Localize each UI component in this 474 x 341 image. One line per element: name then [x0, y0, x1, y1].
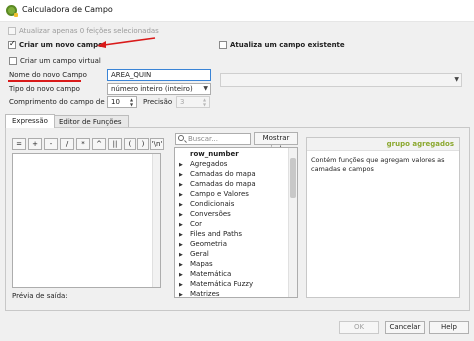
only-selected-checkbox[interactable]: [8, 27, 16, 35]
operator-power-button[interactable]: ^: [92, 138, 106, 150]
field-length-spinbox[interactable]: 10 ▲ ▼: [107, 96, 137, 108]
operator-concat-button[interactable]: ||: [108, 138, 122, 150]
operator-plus-button[interactable]: +: [28, 138, 42, 150]
chevron-right-icon: ▶: [179, 222, 183, 228]
chevron-right-icon: ▶: [179, 172, 183, 178]
list-item[interactable]: ▶ Geometria: [179, 240, 227, 249]
only-selected-label: Atualizar apenas 0 feições selecionadas: [19, 27, 159, 35]
update-existing-checkbox[interactable]: [219, 41, 227, 49]
list-item[interactable]: ▶ Files and Paths: [179, 230, 242, 239]
tab-expression[interactable]: Expressão: [5, 114, 55, 128]
help-button[interactable]: Help: [429, 321, 469, 334]
chevron-right-icon: ▶: [179, 242, 183, 248]
precision-label: Precisão: [143, 98, 173, 106]
tab-function-editor[interactable]: Editor de Funções: [52, 115, 129, 127]
chevron-right-icon: ▶: [179, 202, 183, 208]
chevron-right-icon: ▶: [179, 212, 183, 218]
list-item[interactable]: ▶ Matemática Fuzzy: [179, 280, 253, 289]
precision-value: 3: [180, 98, 185, 106]
operator-newline-button[interactable]: '\n': [150, 138, 164, 150]
new-field-type-value: número inteiro (inteiro): [111, 85, 193, 93]
cancel-button[interactable]: Cancelar: [385, 321, 425, 334]
chevron-right-icon: ▶: [179, 292, 183, 298]
new-field-type-label: Tipo do novo campo: [9, 85, 80, 93]
operator-close-paren-button[interactable]: ): [137, 138, 149, 150]
show-help-button[interactable]: Mostrar ajuda: [254, 132, 298, 153]
spin-arrows-icon: ▲ ▼: [202, 97, 207, 107]
create-new-field-checkbox[interactable]: [8, 39, 16, 49]
title-bar: Calculadora de Campo: [0, 0, 474, 22]
annotation-arrow: [97, 37, 156, 48]
list-item[interactable]: ▶ Mapas: [179, 260, 213, 269]
new-field-type-select[interactable]: número inteiro (inteiro) ▼: [107, 83, 211, 95]
field-length-value: 10: [111, 98, 120, 106]
list-item[interactable]: ▶ Cor: [179, 220, 202, 229]
precision-spinbox[interactable]: 3 ▲ ▼: [176, 96, 210, 108]
list-item[interactable]: row_number: [179, 150, 239, 159]
virtual-field-label: Criar um campo virtual: [20, 57, 101, 65]
chevron-down-icon: ▼: [203, 85, 208, 92]
chevron-right-icon: ▶: [179, 232, 183, 238]
qgis-logo-icon: [6, 5, 18, 17]
operator-equals-button[interactable]: =: [12, 138, 26, 150]
expression-editor[interactable]: [12, 153, 161, 288]
function-search-input[interactable]: Buscar...: [175, 133, 251, 145]
tab-function-editor-label: Editor de Funções: [59, 118, 122, 126]
list-item[interactable]: ▶ Conversões: [179, 210, 231, 219]
window-title: Calculadora de Campo: [22, 5, 113, 14]
new-field-name-input[interactable]: AREA_QUIN: [107, 69, 211, 81]
annotation-underline: [8, 80, 81, 82]
help-heading: grupo agregados: [307, 138, 459, 151]
chevron-right-icon: ▶: [179, 162, 183, 168]
search-icon: [178, 135, 184, 141]
operator-open-paren-button[interactable]: (: [124, 138, 136, 150]
help-text: Contém funções que agregam valores as ca…: [311, 156, 445, 173]
operator-minus-button[interactable]: -: [44, 138, 58, 150]
function-list-scrollbar[interactable]: [288, 148, 297, 297]
ok-button[interactable]: OK: [339, 321, 379, 334]
search-placeholder: Buscar...: [188, 135, 218, 143]
virtual-field-checkbox[interactable]: [9, 57, 17, 65]
list-item[interactable]: ▶ Geral: [179, 250, 209, 259]
list-item[interactable]: ▶ Matemática: [179, 270, 231, 279]
operator-divide-button[interactable]: /: [60, 138, 74, 150]
list-item[interactable]: ▶ Camadas do mapa: [179, 170, 256, 179]
list-item[interactable]: ▶ Condicionais: [179, 200, 234, 209]
update-existing-label: Atualiza um campo existente: [230, 41, 345, 49]
chevron-right-icon: ▶: [179, 252, 183, 258]
spin-arrows-icon: ▲ ▼: [129, 97, 134, 107]
list-item[interactable]: ▶ Matrizes: [179, 290, 220, 298]
existing-field-select[interactable]: ▼: [220, 73, 462, 87]
output-preview-label: Prévia de saída:: [12, 292, 68, 300]
list-item[interactable]: ▶ Agregados: [179, 160, 227, 169]
chevron-right-icon: ▶: [179, 192, 183, 198]
chevron-right-icon: ▶: [179, 282, 183, 288]
editor-scrollbar[interactable]: [152, 154, 160, 287]
chevron-right-icon: ▶: [179, 262, 183, 268]
tab-expression-label: Expressão: [12, 117, 48, 125]
chevron-right-icon: ▶: [179, 182, 183, 188]
new-field-name-label: Nome do novo Campo: [9, 71, 87, 79]
chevron-down-icon: ▼: [454, 76, 459, 83]
scrollbar-thumb[interactable]: [290, 158, 296, 198]
create-new-field-label: Criar um novo campo: [19, 41, 103, 49]
chevron-right-icon: ▶: [179, 272, 183, 278]
operator-multiply-button[interactable]: *: [76, 138, 90, 150]
function-list: row_number ▶ Agregados ▶ Camadas do mapa ▶…: [174, 147, 298, 298]
list-item[interactable]: ▶ Camadas do mapa: [179, 180, 256, 189]
list-item[interactable]: ▶ Campo e Valores: [179, 190, 249, 199]
help-panel: grupo agregados Contém funções que agreg…: [306, 137, 460, 298]
